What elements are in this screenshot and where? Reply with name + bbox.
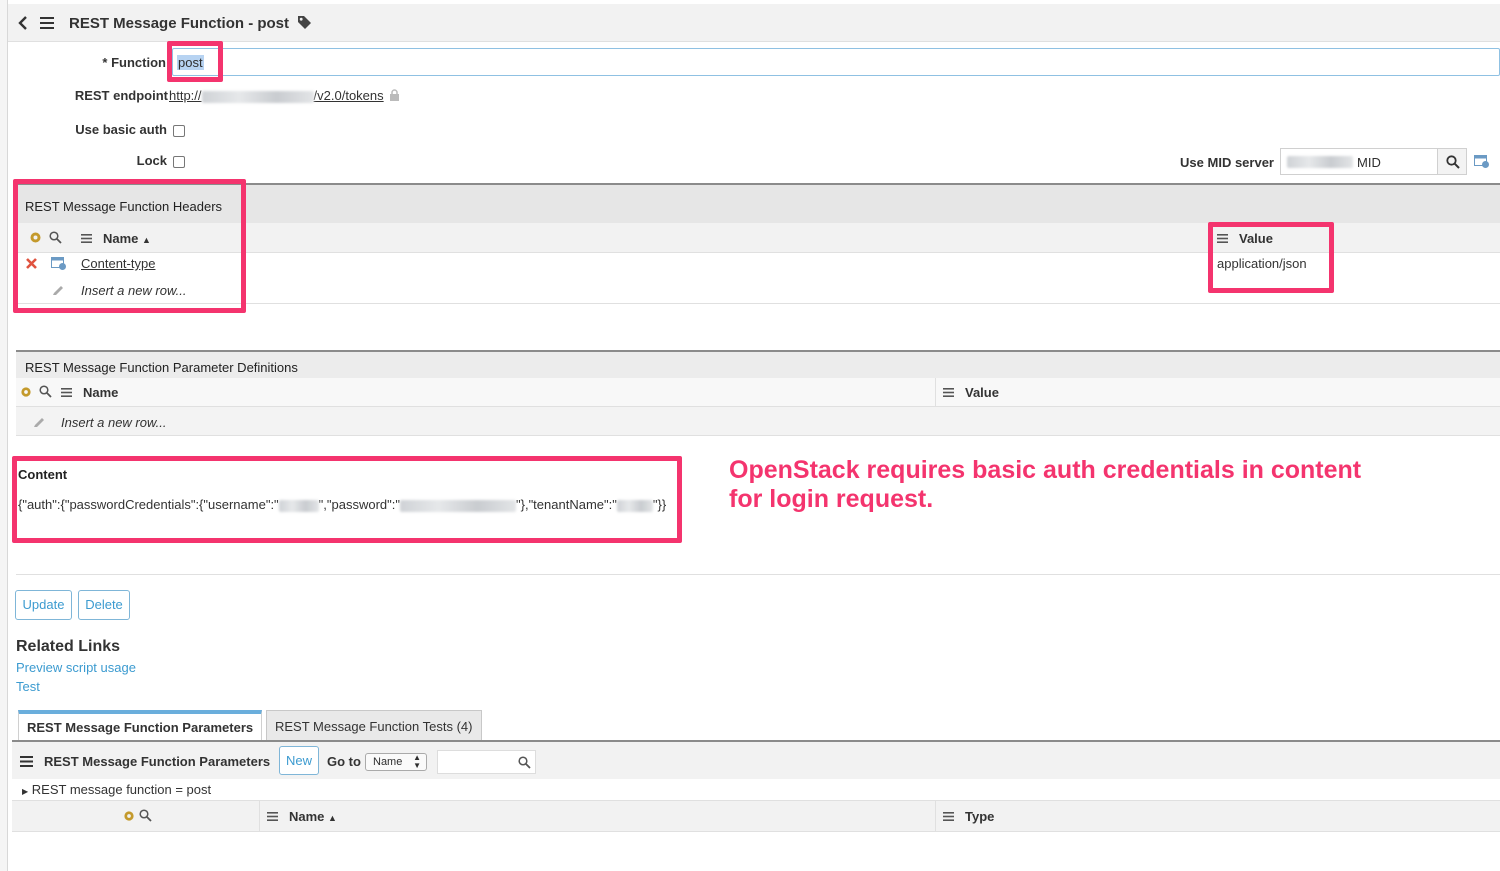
lock-label: Lock (136, 153, 167, 168)
personalize-gear-icon[interactable] (123, 810, 135, 822)
function-input[interactable] (172, 48, 1500, 76)
tab-parameters[interactable]: REST Message Function Parameters (18, 710, 262, 741)
sort-asc-icon: ▲ (328, 813, 337, 823)
tag-icon[interactable] (297, 15, 312, 30)
insert-row[interactable]: Insert a new row... (61, 415, 167, 430)
column-menu-icon[interactable] (81, 234, 92, 243)
redacted-tenant (616, 499, 653, 512)
insert-row[interactable]: Insert a new row... (81, 283, 187, 298)
tab-tests[interactable]: REST Message Function Tests (4) (266, 710, 482, 741)
function-value: post (177, 55, 204, 70)
column-menu-icon[interactable] (943, 388, 954, 397)
edit-pencil-icon (33, 415, 45, 427)
update-button[interactable]: Update (15, 590, 72, 620)
required-mark: * (102, 55, 108, 70)
headers-title-bar (14, 185, 1500, 223)
endpoint-label: REST endpoint (74, 88, 168, 103)
column-menu-icon[interactable] (61, 388, 72, 397)
mid-server-input[interactable]: MID (1280, 148, 1438, 175)
params-col-bar (16, 378, 1500, 407)
list-col-bar (12, 800, 1500, 832)
params-title: REST Message Function Parameter Definiti… (25, 360, 298, 375)
menu-icon[interactable] (40, 17, 54, 29)
lock-checkbox[interactable] (173, 156, 185, 168)
list-search-input[interactable] (437, 750, 536, 774)
params-insert-bg (16, 407, 1500, 436)
search-icon[interactable] (139, 809, 152, 822)
headers-bottom-rule (14, 303, 1500, 304)
personalize-gear-icon[interactable] (29, 231, 42, 244)
headers-col-value[interactable]: Value (1239, 231, 1273, 246)
annotation-text: OpenStack requires basic auth credential… (729, 456, 1362, 513)
search-icon[interactable] (39, 385, 52, 398)
basic-auth-checkbox[interactable] (173, 125, 185, 137)
params-col-value[interactable]: Value (965, 385, 999, 400)
search-icon (518, 756, 531, 769)
list-col-divider (935, 800, 936, 832)
personalize-gear-icon[interactable] (20, 386, 32, 398)
back-icon[interactable] (17, 16, 29, 30)
content-value: {"auth":{"passwordCredentials":{"usernam… (18, 497, 667, 512)
list-col-type[interactable]: Type (965, 809, 994, 824)
goto-label: Go to (327, 754, 361, 769)
sort-asc-icon: ▲ (142, 235, 151, 245)
mid-server-label: Use MID server (1180, 155, 1274, 170)
headers-col-name[interactable]: Name ▲ (103, 231, 151, 246)
caret-right-icon: ▶ (22, 787, 29, 796)
header-name-link[interactable]: Content-type (81, 256, 155, 271)
redacted-mid (1287, 156, 1353, 168)
redacted-username (278, 499, 319, 512)
select-arrows-icon: ▲ ▼ (413, 753, 421, 770)
content-label: Content (18, 467, 68, 482)
list-title: REST Message Function Parameters (44, 754, 271, 769)
header-value: application/json (1217, 256, 1307, 271)
column-menu-icon[interactable] (943, 812, 954, 821)
list-col-name[interactable]: Name ▲ (289, 809, 337, 824)
page-title: REST Message Function - post (69, 15, 290, 32)
redacted-host (201, 90, 314, 103)
column-menu-icon[interactable] (267, 812, 278, 821)
function-label: * Function (102, 55, 166, 70)
column-menu-icon[interactable] (1217, 234, 1228, 243)
lock-icon (389, 89, 400, 102)
reference-icon[interactable] (51, 257, 67, 271)
test-link[interactable]: Test (16, 679, 40, 694)
headers-title: REST Message Function Headers (25, 199, 223, 214)
preview-script-link[interactable]: Preview script usage (16, 660, 136, 675)
left-edge (0, 0, 8, 871)
basic-auth-label: Use basic auth (75, 122, 167, 137)
list-col-divider (259, 800, 260, 832)
list-menu-icon[interactable] (20, 756, 33, 767)
headers-col-bar (14, 223, 1500, 253)
params-col-name[interactable]: Name (83, 385, 118, 400)
redacted-password (400, 499, 516, 512)
edit-pencil-icon (52, 283, 64, 295)
endpoint-link[interactable]: http:///v2.0/tokens (169, 88, 384, 103)
new-button[interactable]: New (279, 746, 319, 775)
related-links-title: Related Links (16, 638, 121, 655)
filter-breadcrumb[interactable]: ▶ REST message function = post (22, 782, 211, 797)
mid-search-button[interactable] (1437, 148, 1467, 175)
delete-button[interactable]: Delete (78, 590, 130, 620)
reference-icon[interactable] (1474, 155, 1490, 169)
search-icon[interactable] (49, 231, 62, 244)
delete-row-icon[interactable] (26, 258, 37, 269)
goto-select[interactable]: Name ▲ ▼ (365, 753, 427, 771)
